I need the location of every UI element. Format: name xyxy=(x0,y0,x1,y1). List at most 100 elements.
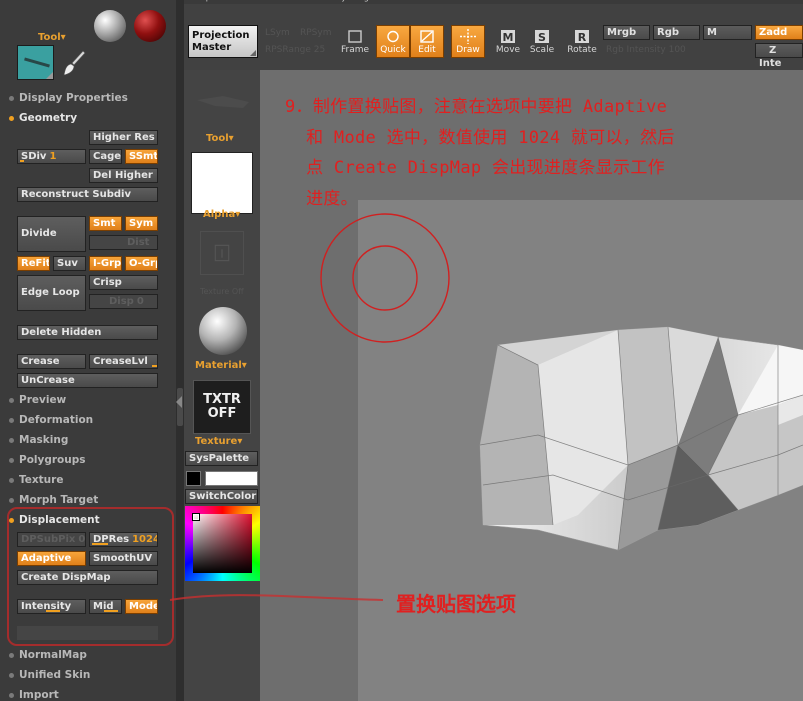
quick-button[interactable]: Quick xyxy=(376,25,410,58)
i-grp-toggle[interactable]: I-Grp xyxy=(89,256,122,271)
tool-dropdown-label[interactable]: Tool▾ xyxy=(38,32,66,43)
alpha-thumbnail[interactable] xyxy=(191,152,253,214)
brush-icon[interactable] xyxy=(63,50,87,76)
section-unified-skin[interactable]: Unified Skin xyxy=(0,667,90,683)
displacement-options-callout: 置换贴图选项 xyxy=(396,592,516,616)
rpsrange-ghost-slider: RPSRange 25 xyxy=(265,45,325,55)
cage-button[interactable]: Cage xyxy=(89,149,122,164)
section-polygroups[interactable]: Polygroups xyxy=(0,452,86,468)
crease-level-label: CreaseLvl xyxy=(93,356,148,367)
chevron-down-icon: ▾ xyxy=(241,360,247,371)
chevron-down-icon: ▾ xyxy=(60,32,66,43)
disp-value: 0 xyxy=(136,296,144,307)
material-dropdown[interactable]: Material▾ xyxy=(195,360,247,371)
edge-loop-button[interactable]: Edge Loop xyxy=(17,275,86,311)
o-grp-toggle[interactable]: O-Grp xyxy=(125,256,158,271)
refit-toggle[interactable]: ReFit xyxy=(17,256,50,271)
material-label: Material xyxy=(195,360,242,371)
suv-toggle[interactable]: Suv xyxy=(53,256,86,271)
color-picker-cursor[interactable] xyxy=(192,513,200,521)
draw-button[interactable]: Draw xyxy=(451,25,485,58)
reconstruct-subdiv-button[interactable]: Reconstruct Subdiv xyxy=(17,187,158,202)
section-preview[interactable]: Preview xyxy=(0,392,66,408)
section-display-properties[interactable]: Display Properties xyxy=(0,90,128,106)
svg-text:S: S xyxy=(538,31,546,44)
ssmt-button[interactable]: SSmt xyxy=(125,149,158,164)
section-deformation[interactable]: Deformation xyxy=(0,412,93,428)
alpha-dropdown[interactable]: Alpha▾ xyxy=(203,209,240,220)
move-button[interactable]: M Move xyxy=(491,25,525,58)
rgb-toggle[interactable]: Rgb xyxy=(653,25,700,40)
section-normalmap[interactable]: NormalMap xyxy=(0,647,87,663)
dist-label: Dist xyxy=(127,237,150,248)
texture-off-ghost-label: Texture Off xyxy=(200,287,244,296)
rpsym-ghost-button: RPSym xyxy=(300,28,332,38)
edit-icon xyxy=(420,30,434,43)
sdiv-slider[interactable]: SDiv 1 xyxy=(17,149,86,164)
smt-toggle[interactable]: Smt xyxy=(89,216,122,231)
material-sphere-gray-icon[interactable] xyxy=(94,10,126,42)
image-placeholder-icon xyxy=(214,244,230,262)
alpha-label: Alpha xyxy=(203,209,236,220)
section-geometry[interactable]: Geometry xyxy=(0,110,77,126)
mrgb-toggle[interactable]: Mrgb xyxy=(603,25,650,40)
3d-plane-mesh[interactable] xyxy=(478,325,803,555)
crease-button[interactable]: Crease xyxy=(17,354,86,369)
edit-button[interactable]: Edit xyxy=(410,25,444,58)
switchcolor-button[interactable]: SwitchColor xyxy=(185,489,258,504)
del-higher-button[interactable]: Del Higher xyxy=(89,168,158,183)
crease-level-slider[interactable]: CreaseLvl xyxy=(89,354,158,369)
divide-button[interactable]: Divide xyxy=(17,216,86,252)
scale-label: Scale xyxy=(529,45,555,55)
projection-master-button[interactable]: Projection Master xyxy=(188,25,258,58)
tool-shelf-dropdown[interactable]: Tool▾ xyxy=(206,133,234,144)
m-toggle[interactable]: M xyxy=(703,25,752,40)
secondary-color-swatch[interactable] xyxy=(205,471,258,486)
disp-slider[interactable]: Disp 0 xyxy=(89,294,158,309)
rotate-label: Rotate xyxy=(567,45,597,55)
texture-off-slot[interactable] xyxy=(200,231,244,275)
color-saturation-value-area[interactable] xyxy=(193,514,252,573)
current-tool-thumbnail[interactable] xyxy=(17,45,54,80)
menu-items-text[interactable]: Alpha Color Document Draw Edit Layer Lig… xyxy=(198,0,605,2)
draw-label: Draw xyxy=(456,45,480,55)
rotate-button[interactable]: R Rotate xyxy=(565,25,599,58)
crisp-toggle[interactable]: Crisp xyxy=(89,275,158,290)
frame-button[interactable]: Frame xyxy=(338,25,372,58)
collapse-arrow-icon[interactable] xyxy=(176,396,182,408)
rgb-intensity-label: Rgb Intensity xyxy=(606,45,666,55)
section-masking[interactable]: Masking xyxy=(0,432,68,448)
color-picker[interactable] xyxy=(185,506,260,581)
material-sphere-red-icon[interactable] xyxy=(134,10,166,42)
section-morph-target[interactable]: Morph Target xyxy=(0,492,98,508)
texture-dropdown[interactable]: Texture▾ xyxy=(195,436,242,447)
quick-label: Quick xyxy=(380,45,406,55)
higher-res-button[interactable]: Higher Res xyxy=(89,130,158,145)
displacement-highlight-box xyxy=(7,507,174,646)
chevron-down-icon: ▾ xyxy=(228,133,234,144)
section-import[interactable]: Import xyxy=(0,687,59,701)
chevron-down-icon: ▾ xyxy=(235,209,241,220)
main-color-swatch[interactable] xyxy=(186,471,201,486)
sym-toggle[interactable]: Sym xyxy=(125,216,158,231)
edit-label: Edit xyxy=(418,45,436,55)
rgb-intensity-ghost-slider: Rgb Intensity 100 xyxy=(606,45,686,55)
scale-icon: S xyxy=(535,30,549,44)
zadd-toggle[interactable]: Zadd xyxy=(755,25,803,40)
scale-button[interactable]: S Scale xyxy=(525,25,559,58)
sdiv-value: 1 xyxy=(49,151,57,162)
syspalette-button[interactable]: SysPalette xyxy=(185,451,258,466)
texture-thumbnail[interactable]: TXTR OFF xyxy=(193,380,251,434)
z-intensity-label: Z Inte xyxy=(759,45,782,69)
z-intensity-slider[interactable]: Z Inte xyxy=(755,43,803,69)
delete-hidden-button[interactable]: Delete Hidden xyxy=(17,325,158,340)
uncrease-button[interactable]: UnCrease xyxy=(17,373,158,388)
left-panel-scrollbar[interactable] xyxy=(176,0,184,701)
rotate-icon: R xyxy=(575,30,589,44)
menu-bar: Alpha Color Document Draw Edit Layer Lig… xyxy=(184,0,803,4)
material-sphere-icon[interactable] xyxy=(199,307,247,355)
tool-palette-panel: Tool▾ Display Properties Geometry Higher… xyxy=(0,0,176,701)
section-texture[interactable]: Texture xyxy=(0,472,63,488)
dist-slider[interactable]: Dist xyxy=(89,235,158,250)
texture-label: Texture xyxy=(195,436,238,447)
